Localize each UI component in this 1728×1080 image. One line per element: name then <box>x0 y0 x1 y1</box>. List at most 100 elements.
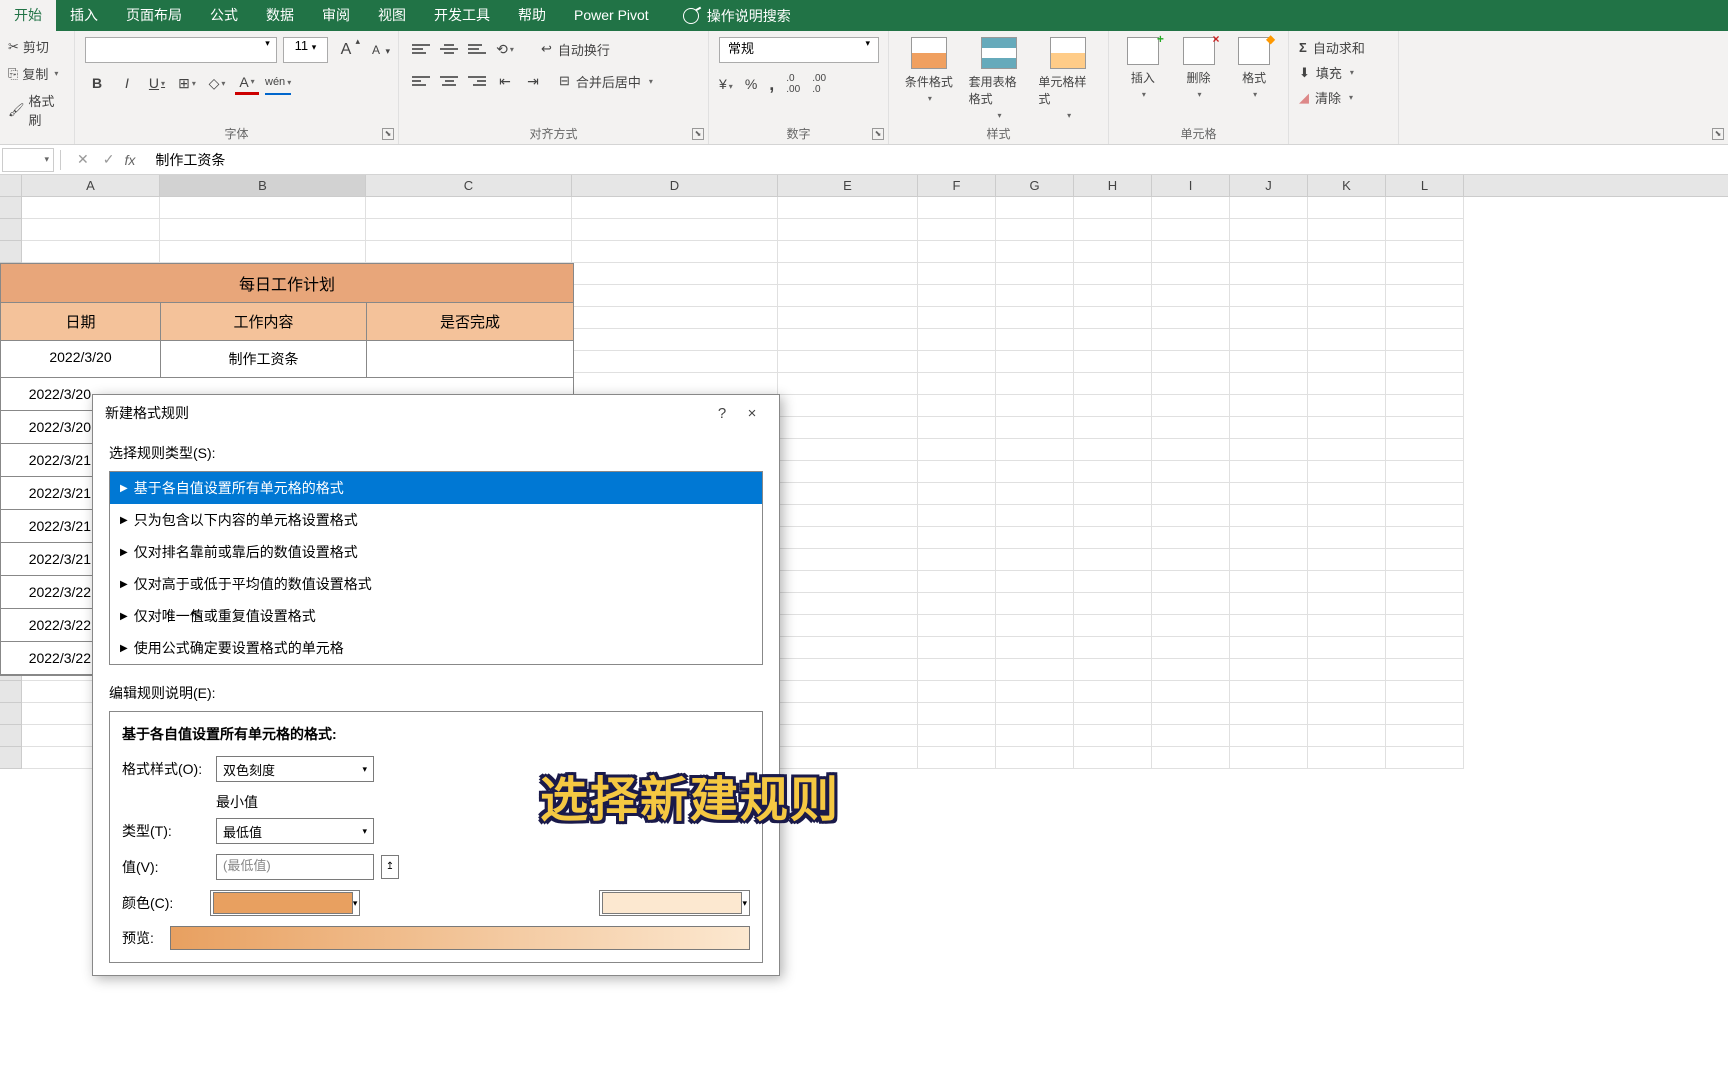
cell[interactable] <box>996 219 1074 241</box>
cell[interactable] <box>778 461 918 483</box>
cell[interactable] <box>1074 571 1152 593</box>
cell[interactable] <box>1230 417 1308 439</box>
cell[interactable] <box>996 637 1074 659</box>
percent-button[interactable]: % <box>745 76 757 92</box>
tab-help[interactable]: 帮助 <box>504 0 560 31</box>
cell[interactable] <box>1386 329 1464 351</box>
cell[interactable] <box>1152 197 1230 219</box>
cell[interactable] <box>1386 549 1464 571</box>
cell[interactable] <box>1386 571 1464 593</box>
cell[interactable] <box>1152 351 1230 373</box>
cell[interactable] <box>1386 483 1464 505</box>
cell[interactable] <box>778 637 918 659</box>
column-header[interactable]: C <box>366 175 572 196</box>
cell[interactable] <box>160 241 366 263</box>
cell[interactable] <box>1308 659 1386 681</box>
cell[interactable] <box>918 725 996 747</box>
cell[interactable] <box>1074 351 1152 373</box>
cell[interactable] <box>996 681 1074 703</box>
cell[interactable] <box>1386 197 1464 219</box>
cell[interactable] <box>996 505 1074 527</box>
cell[interactable] <box>1152 747 1230 769</box>
rule-type-item[interactable]: ▶仅对高于或低于平均值的数值设置格式 <box>110 568 762 600</box>
cell[interactable] <box>1152 263 1230 285</box>
cell[interactable] <box>778 307 918 329</box>
cell[interactable] <box>1074 703 1152 725</box>
alignment-expand[interactable]: ⬊ <box>692 128 704 140</box>
cell[interactable] <box>996 593 1074 615</box>
cell[interactable] <box>778 373 918 395</box>
tell-me-search[interactable]: 操作说明搜索 <box>683 6 791 26</box>
number-expand[interactable]: ⬊ <box>872 128 884 140</box>
cell[interactable] <box>778 571 918 593</box>
rule-type-list[interactable]: ▶基于各自值设置所有单元格的格式 ▶只为包含以下内容的单元格设置格式 ▶仅对排名… <box>109 471 763 665</box>
cell[interactable] <box>918 615 996 637</box>
cell[interactable] <box>1308 681 1386 703</box>
cell[interactable] <box>1074 505 1152 527</box>
cell[interactable] <box>996 285 1074 307</box>
cell[interactable] <box>996 483 1074 505</box>
cell[interactable] <box>1386 285 1464 307</box>
cell[interactable] <box>996 329 1074 351</box>
cell[interactable] <box>1230 703 1308 725</box>
cell[interactable] <box>1152 373 1230 395</box>
cell[interactable] <box>1230 615 1308 637</box>
column-header[interactable]: G <box>996 175 1074 196</box>
cell[interactable] <box>918 351 996 373</box>
cell[interactable] <box>778 703 918 725</box>
cell[interactable] <box>1230 329 1308 351</box>
increase-decimal-button[interactable]: .0.00 <box>786 73 800 95</box>
done-cell[interactable] <box>367 341 573 378</box>
accept-formula-button[interactable]: ✓ <box>103 151 115 168</box>
cell[interactable] <box>778 681 918 703</box>
dialog-title-bar[interactable]: 新建格式规则 ? × <box>93 395 779 431</box>
cell[interactable] <box>778 197 918 219</box>
cell[interactable] <box>1308 571 1386 593</box>
tab-data[interactable]: 数据 <box>252 0 308 31</box>
cell[interactable] <box>1230 725 1308 747</box>
row-header[interactable] <box>0 219 22 241</box>
cell[interactable] <box>1230 527 1308 549</box>
cell[interactable] <box>1074 395 1152 417</box>
rule-type-item[interactable]: ▶仅对排名靠前或靠后的数值设置格式 <box>110 536 762 568</box>
column-header[interactable]: J <box>1230 175 1308 196</box>
cell[interactable] <box>1386 351 1464 373</box>
cell[interactable] <box>918 439 996 461</box>
row-header[interactable] <box>0 703 22 725</box>
cell[interactable] <box>1152 571 1230 593</box>
cell[interactable] <box>1386 637 1464 659</box>
underline-button[interactable]: U▾ <box>145 71 169 95</box>
cell[interactable] <box>918 681 996 703</box>
date-cell[interactable]: 2022/3/21 <box>1 477 99 510</box>
cell[interactable] <box>1230 747 1308 769</box>
cell[interactable] <box>778 219 918 241</box>
cell[interactable] <box>1074 285 1152 307</box>
cell[interactable] <box>1308 593 1386 615</box>
cell[interactable] <box>1386 681 1464 703</box>
cell[interactable] <box>1308 219 1386 241</box>
wrap-text-button[interactable]: ↩自动换行 <box>541 40 610 59</box>
row-header[interactable] <box>0 747 22 769</box>
tab-home[interactable]: 开始 <box>0 0 56 31</box>
cell[interactable] <box>1308 351 1386 373</box>
cell[interactable] <box>996 461 1074 483</box>
font-name-select[interactable]: ▾ <box>85 37 277 63</box>
column-header[interactable]: B <box>160 175 366 196</box>
cell[interactable] <box>996 373 1074 395</box>
cell[interactable] <box>1386 417 1464 439</box>
date-cell[interactable]: 2022/3/22 <box>1 576 99 609</box>
cell[interactable] <box>572 263 778 285</box>
cell[interactable] <box>778 395 918 417</box>
cell[interactable] <box>1230 307 1308 329</box>
number-format-select[interactable]: 常规▾ <box>719 37 879 63</box>
cell[interactable] <box>1152 307 1230 329</box>
cell[interactable] <box>1152 395 1230 417</box>
cell[interactable] <box>366 241 572 263</box>
cell[interactable] <box>1308 307 1386 329</box>
cell[interactable] <box>572 373 778 395</box>
cell[interactable] <box>1230 637 1308 659</box>
font-expand[interactable]: ⬊ <box>382 128 394 140</box>
cell[interactable] <box>1152 417 1230 439</box>
cell[interactable] <box>1074 659 1152 681</box>
align-left-button[interactable] <box>409 70 433 92</box>
